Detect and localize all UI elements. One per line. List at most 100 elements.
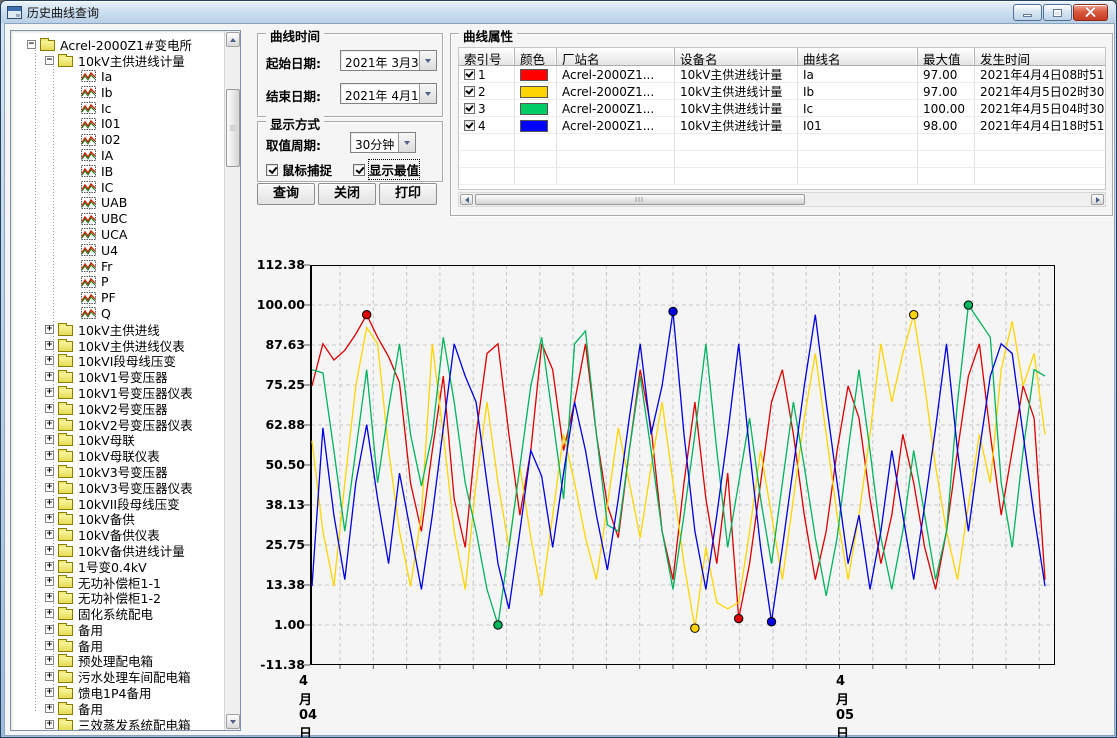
column-header[interactable]: 索引号 (459, 48, 515, 65)
expand-icon[interactable]: + (45, 499, 54, 508)
end-date-dropdown-button[interactable] (419, 84, 436, 103)
tree-item[interactable]: Ic (11, 100, 224, 116)
table-horizontal-scrollbar[interactable] (458, 192, 1106, 207)
tree-item[interactable]: +馈电1P4备用 (11, 685, 224, 701)
print-button[interactable]: 打印 (379, 183, 437, 205)
minimize-button[interactable] (1013, 4, 1042, 21)
maximize-icon (1053, 9, 1062, 17)
tree-item[interactable]: PF (11, 290, 224, 306)
maximize-button[interactable] (1043, 4, 1072, 21)
color-swatch (520, 69, 548, 81)
column-header[interactable]: 厂站名 (557, 48, 675, 65)
color-swatch (520, 86, 548, 98)
device-tree[interactable]: −Acrel-2000Z1#变电所−10kV主供进线计量IaIbIcI01I02… (11, 37, 224, 730)
close-button[interactable] (1073, 4, 1108, 21)
hscroll-thumb[interactable] (475, 194, 805, 205)
tree-item[interactable]: U4 (11, 242, 224, 258)
tree-item[interactable]: I01 (11, 116, 224, 132)
query-button[interactable]: 查询 (257, 183, 315, 205)
tree-item[interactable]: Ib (11, 84, 224, 100)
expand-icon[interactable]: + (45, 404, 54, 413)
tree-item-label: IB (101, 164, 113, 179)
expand-icon[interactable]: + (45, 625, 54, 634)
start-date-dropdown-button[interactable] (419, 51, 436, 70)
tree-vertical-scrollbar[interactable] (224, 31, 240, 730)
table-row[interactable]: 2Acrel-2000Z1...10kV主供进线计量Ib97.002021年4月… (459, 83, 1105, 100)
checkbox-checked-icon[interactable] (353, 164, 365, 176)
tree-item[interactable]: I02 (11, 132, 224, 148)
expand-icon[interactable]: + (45, 356, 54, 365)
expand-icon[interactable]: + (45, 656, 54, 665)
end-date-picker[interactable]: 2021年 4月14 (340, 83, 437, 104)
table-row[interactable]: 3Acrel-2000Z1...10kV主供进线计量Ic100.002021年4… (459, 100, 1105, 117)
row-checkbox-checked[interactable] (464, 103, 475, 114)
mouse-capture-checkbox[interactable]: 鼠标捕捉 (266, 160, 332, 179)
expand-icon[interactable]: + (45, 546, 54, 555)
tree-item[interactable]: Fr (11, 258, 224, 274)
column-header[interactable]: 发生时间 (975, 48, 1106, 65)
start-date-picker[interactable]: 2021年 3月30 (340, 50, 437, 71)
expand-icon[interactable]: + (45, 483, 54, 492)
tree-item[interactable]: Ia (11, 69, 224, 85)
column-header[interactable]: 设备名 (675, 48, 798, 65)
scroll-down-button[interactable] (226, 714, 240, 729)
expand-icon[interactable]: + (45, 562, 54, 571)
close-dialog-button[interactable]: 关闭 (318, 183, 376, 205)
tree-item-label: IC (101, 180, 113, 195)
show-extremes-checkbox[interactable]: 显示最值 (353, 160, 419, 179)
expand-icon[interactable]: + (45, 688, 54, 697)
table-row[interactable]: 4Acrel-2000Z1...10kV主供进线计量I0198.002021年4… (459, 117, 1105, 134)
collapse-icon[interactable]: − (45, 56, 54, 65)
row-checkbox-checked[interactable] (464, 86, 475, 97)
tree-item[interactable]: +三效蒸发系统配电箱 (11, 716, 224, 730)
expand-icon[interactable]: + (45, 341, 54, 350)
expand-icon[interactable]: + (45, 530, 54, 539)
checkbox-checked-icon[interactable] (266, 164, 278, 176)
tree-item[interactable]: IB (11, 163, 224, 179)
expand-icon[interactable]: + (45, 420, 54, 429)
expand-icon[interactable]: + (45, 514, 54, 523)
expand-icon[interactable]: + (45, 672, 54, 681)
table-row-empty (459, 151, 1105, 168)
expand-icon[interactable]: + (45, 720, 54, 729)
tree-item[interactable]: IA (11, 148, 224, 164)
column-header[interactable]: 最大值 (918, 48, 975, 65)
expand-icon[interactable]: + (45, 325, 54, 334)
tree-item[interactable]: IC (11, 179, 224, 195)
expand-icon[interactable]: + (45, 704, 54, 713)
history-curve-chart[interactable] (310, 265, 1055, 671)
scroll-left-button[interactable] (460, 194, 473, 205)
tree-item[interactable]: UAB (11, 195, 224, 211)
tree-item[interactable]: +备用 (11, 621, 224, 637)
row-checkbox-checked[interactable] (464, 120, 475, 131)
folder-icon (58, 499, 73, 510)
table-row[interactable]: 1Acrel-2000Z1...10kV主供进线计量Ia97.002021年4月… (459, 66, 1105, 83)
scroll-right-button[interactable] (1091, 194, 1104, 205)
tree-item[interactable]: +固化系统配电 (11, 606, 224, 622)
tree-item[interactable]: UBC (11, 211, 224, 227)
collapse-icon[interactable]: − (27, 40, 36, 49)
scroll-thumb[interactable] (226, 89, 240, 167)
expand-icon[interactable]: + (45, 593, 54, 602)
expand-icon[interactable]: + (45, 609, 54, 618)
column-header[interactable]: 颜色 (515, 48, 557, 65)
expand-icon[interactable]: + (45, 435, 54, 444)
expand-icon[interactable]: + (45, 388, 54, 397)
tree-item[interactable]: −10kV主供进线计量 (11, 53, 224, 69)
expand-icon[interactable]: + (45, 451, 54, 460)
column-header[interactable]: 曲线名 (798, 48, 918, 65)
tree-item[interactable]: P (11, 274, 224, 290)
expand-icon[interactable]: + (45, 641, 54, 650)
titlebar[interactable]: 历史曲线查询 (1, 1, 1116, 23)
period-dropdown-button[interactable] (398, 133, 415, 152)
scroll-up-button[interactable] (226, 32, 240, 47)
row-checkbox-checked[interactable] (464, 69, 475, 80)
expand-icon[interactable]: + (45, 467, 54, 476)
expand-icon[interactable]: + (45, 577, 54, 586)
curve-icon (81, 181, 96, 193)
curve-icon (81, 197, 96, 209)
expand-icon[interactable]: + (45, 372, 54, 381)
y-axis-tick-label: 112.38 (245, 257, 305, 272)
tree-item[interactable]: UCA (11, 227, 224, 243)
period-select[interactable]: 30分钟 (350, 132, 416, 153)
